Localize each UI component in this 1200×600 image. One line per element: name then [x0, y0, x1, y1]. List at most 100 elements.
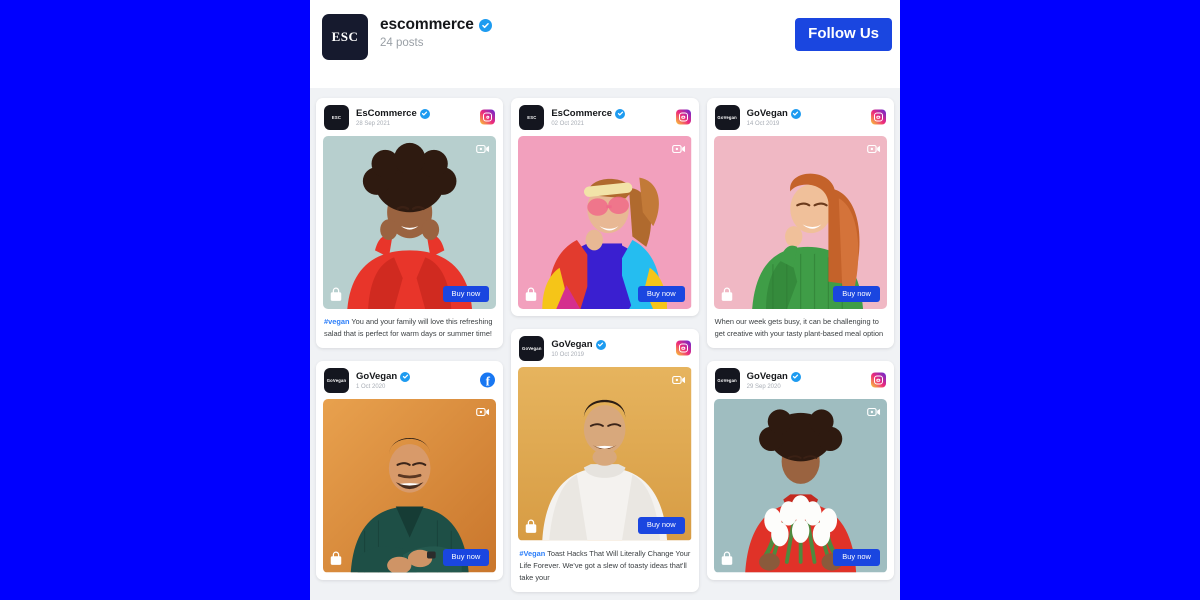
- instagram-icon[interactable]: [480, 109, 496, 125]
- post-date: 10 Oct 2019: [551, 352, 585, 359]
- post-header: ESC EsCommerce 28 Sep 2021: [316, 98, 503, 136]
- verified-badge-icon: [790, 371, 801, 382]
- post-card[interactable]: GoVegan GoVegan 10 Oct 2019 Buy now #Vegan T…: [511, 329, 699, 592]
- post-meta: GoVegan 1 Oct 2020: [356, 371, 411, 391]
- post-card[interactable]: ESC EsCommerce 02 Oct 2021 Buy now: [511, 98, 699, 317]
- post-media[interactable]: Buy now: [518, 367, 692, 541]
- post-avatar: GoVegan: [324, 368, 349, 394]
- post-nameline: GoVegan: [551, 339, 606, 351]
- post-author-name: EsCommerce: [551, 108, 613, 119]
- video-camera-icon: [671, 142, 686, 154]
- post-meta: GoVegan 14 Oct 2019: [747, 108, 801, 127]
- profile-header: ESC escommerce 24 posts Follow Us: [310, 0, 900, 88]
- shopping-bag-icon[interactable]: [329, 551, 343, 566]
- instagram-icon[interactable]: [870, 372, 886, 388]
- post-avatar: GoVegan: [714, 368, 740, 394]
- post-avatar: ESC: [324, 105, 349, 130]
- post-card[interactable]: GoVegan GoVegan 1 Oct 2020 f Buy now: [316, 361, 504, 580]
- post-media[interactable]: Buy now: [323, 399, 497, 573]
- instagram-icon[interactable]: [870, 109, 886, 125]
- post-date: 02 Oct 2021: [551, 121, 585, 127]
- post-header: GoVegan GoVegan 10 Oct 2019: [511, 329, 698, 367]
- post-media[interactable]: Buy now: [323, 136, 497, 310]
- shopping-bag-icon[interactable]: [524, 287, 538, 302]
- feed-column: ESC EsCommerce 28 Sep 2021 Buy now #vegan Yo…: [316, 98, 504, 600]
- post-avatar: GoVegan: [714, 105, 740, 130]
- post-media[interactable]: Buy now: [518, 136, 692, 310]
- post-header: GoVegan GoVegan 14 Oct 2019: [707, 98, 894, 136]
- caption-hashtag[interactable]: #Vegan: [519, 549, 545, 558]
- caption-text: Toast Hacks That Will Literally Change Y…: [519, 548, 691, 582]
- post-media[interactable]: Buy now: [714, 399, 887, 572]
- post-avatar: ESC: [519, 105, 545, 130]
- verified-badge-icon: [478, 18, 492, 32]
- buy-now-button[interactable]: Buy now: [442, 286, 490, 303]
- post-caption: When our week gets busy, it can be chall…: [707, 309, 894, 348]
- video-camera-icon: [671, 373, 686, 385]
- post-image: Buy now: [714, 399, 887, 572]
- post-header: GoVegan GoVegan 29 Sep 2020: [707, 361, 894, 399]
- buy-now-button[interactable]: Buy now: [637, 286, 685, 303]
- post-image: Buy now: [518, 367, 692, 541]
- post-nameline: EsCommerce: [356, 108, 430, 119]
- post-caption: #vegan You and your family will love thi…: [316, 309, 503, 348]
- post-meta: EsCommerce 02 Oct 2021: [551, 108, 626, 127]
- post-nameline: GoVegan: [356, 371, 411, 382]
- instagram-icon[interactable]: [675, 340, 691, 356]
- feed-columns: ESC EsCommerce 28 Sep 2021 Buy now #vegan Yo…: [316, 88, 894, 600]
- buy-now-button[interactable]: Buy now: [637, 517, 685, 534]
- shopping-bag-icon[interactable]: [720, 287, 734, 302]
- buy-now-button[interactable]: Buy now: [833, 286, 880, 303]
- post-date: 1 Oct 2020: [356, 384, 386, 391]
- post-caption: #Vegan Toast Hacks That Will Literally C…: [511, 541, 698, 592]
- follow-us-button[interactable]: Follow Us: [795, 18, 892, 51]
- buy-now-button[interactable]: Buy now: [833, 549, 880, 566]
- post-avatar: GoVegan: [519, 336, 545, 362]
- post-image: Buy now: [518, 136, 692, 310]
- shopping-bag-icon[interactable]: [720, 551, 734, 566]
- shopping-bag-icon[interactable]: [524, 519, 538, 534]
- post-feed[interactable]: ESC EsCommerce 28 Sep 2021 Buy now #vegan Yo…: [310, 88, 900, 600]
- post-meta: GoVegan 10 Oct 2019: [551, 339, 606, 359]
- feed-column: GoVegan GoVegan 14 Oct 2019 Buy now When our…: [706, 98, 894, 600]
- post-image: Buy now: [323, 136, 497, 310]
- verified-badge-icon: [595, 339, 606, 350]
- profile-post-count: 24 posts: [380, 37, 424, 49]
- facebook-icon[interactable]: f: [480, 372, 496, 388]
- post-author-name: GoVegan: [746, 371, 788, 383]
- post-meta: EsCommerce 28 Sep 2021: [356, 108, 430, 127]
- video-camera-icon: [476, 142, 490, 154]
- post-meta: GoVegan 29 Sep 2020: [747, 371, 801, 390]
- post-card[interactable]: ESC EsCommerce 28 Sep 2021 Buy now #vegan Yo…: [316, 98, 504, 349]
- buy-now-button[interactable]: Buy now: [442, 549, 490, 566]
- post-card[interactable]: GoVegan GoVegan 14 Oct 2019 Buy now When our…: [706, 98, 894, 349]
- post-media[interactable]: Buy now: [713, 136, 887, 310]
- profile-name: escommerce: [380, 16, 474, 33]
- video-camera-icon: [476, 405, 490, 417]
- post-card[interactable]: GoVegan GoVegan 29 Sep 2020 Buy now: [706, 361, 894, 580]
- profile-avatar: ESC: [322, 14, 368, 60]
- caption-hashtag[interactable]: #vegan: [324, 317, 349, 326]
- profile-meta: escommerce 24 posts: [380, 12, 492, 49]
- verified-badge-icon: [615, 108, 626, 119]
- feed-column: ESC EsCommerce 02 Oct 2021 Buy now GoVegan Go…: [511, 98, 699, 600]
- verified-badge-icon: [400, 371, 411, 382]
- post-nameline: GoVegan: [747, 371, 801, 382]
- post-header: GoVegan GoVegan 1 Oct 2020 f: [316, 361, 503, 399]
- instagram-icon[interactable]: [675, 109, 691, 125]
- video-camera-icon: [867, 405, 881, 417]
- shopping-bag-icon[interactable]: [329, 287, 343, 302]
- post-header: ESC EsCommerce 02 Oct 2021: [511, 98, 698, 136]
- caption-text: When our week gets busy, it can be chall…: [714, 317, 884, 339]
- caption-text: You and your family will love this refre…: [324, 317, 493, 339]
- post-date: 29 Sep 2020: [746, 384, 781, 391]
- post-author-name: GoVegan: [551, 339, 593, 351]
- post-date: 28 Sep 2021: [356, 121, 391, 127]
- verified-badge-icon: [790, 108, 801, 119]
- post-author-name: EsCommerce: [356, 108, 417, 119]
- profile-nameline: escommerce: [380, 16, 492, 34]
- post-image: Buy now: [713, 136, 887, 310]
- social-feed-widget: ESC escommerce 24 posts Follow Us ESC EsC…: [310, 0, 900, 600]
- post-image: Buy now: [323, 399, 497, 573]
- post-nameline: EsCommerce: [551, 108, 626, 119]
